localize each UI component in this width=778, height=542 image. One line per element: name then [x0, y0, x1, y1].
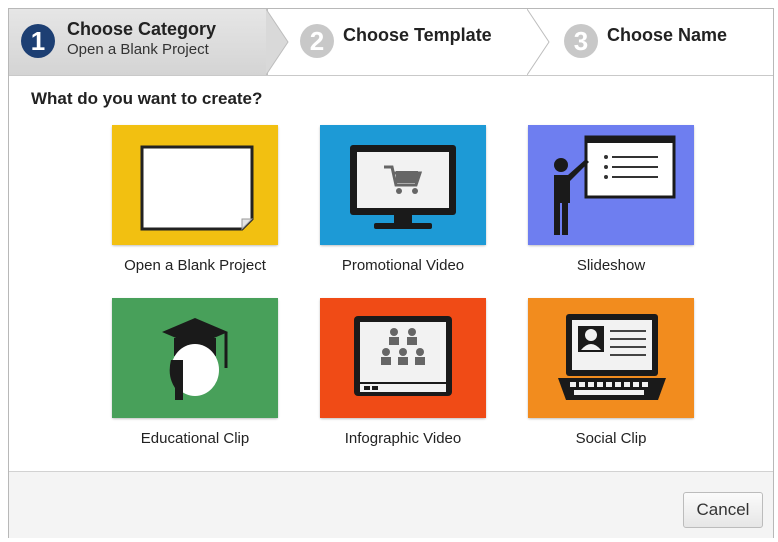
- category-tile-blank[interactable]: [112, 125, 278, 245]
- step-subtitle-1: Open a Blank Project: [67, 41, 209, 58]
- category-tile-social[interactable]: [528, 298, 694, 418]
- step-choose-category[interactable]: 1 Choose Category Open a Blank Project: [9, 9, 268, 75]
- prompt-heading: What do you want to create?: [31, 89, 263, 108]
- blank-page-icon: [112, 125, 278, 245]
- step-choose-name[interactable]: 3 Choose Name: [559, 9, 773, 75]
- category-label-promotional: Promotional Video: [341, 257, 465, 274]
- step-title-2: Choose Template: [343, 25, 492, 45]
- wizard-steps: 1 Choose Category Open a Blank Project 2…: [9, 9, 773, 76]
- audience-screen-icon: [320, 298, 486, 418]
- category-tile-educational[interactable]: [112, 298, 278, 418]
- presenter-icon: [528, 125, 694, 245]
- step-number-3: 3: [564, 24, 598, 58]
- category-tile-infographic[interactable]: [320, 298, 486, 418]
- step-number-2: 2: [300, 24, 334, 58]
- category-label-slideshow: Slideshow: [576, 257, 646, 274]
- step-choose-template[interactable]: 2 Choose Template: [295, 9, 525, 75]
- wizard-dialog: 1 Choose Category Open a Blank Project 2…: [8, 8, 774, 538]
- category-tile-promotional[interactable]: [320, 125, 486, 245]
- monitor-cart-icon: [320, 125, 486, 245]
- step-number-1: 1: [21, 24, 55, 58]
- graduate-icon: [112, 298, 278, 418]
- category-label-social: Social Clip: [575, 430, 647, 447]
- step-title-3: Choose Name: [607, 25, 728, 45]
- category-label-educational: Educational Clip: [140, 430, 250, 447]
- category-label-infographic: Infographic Video: [344, 430, 462, 447]
- dialog-footer: Cancel: [9, 471, 773, 538]
- step-title-1: Choose Category: [67, 19, 217, 39]
- category-tile-slideshow[interactable]: [528, 125, 694, 245]
- category-label-blank: Open a Blank Project: [124, 257, 266, 274]
- laptop-profile-icon: [528, 298, 694, 418]
- cancel-button[interactable]: Cancel: [683, 492, 763, 528]
